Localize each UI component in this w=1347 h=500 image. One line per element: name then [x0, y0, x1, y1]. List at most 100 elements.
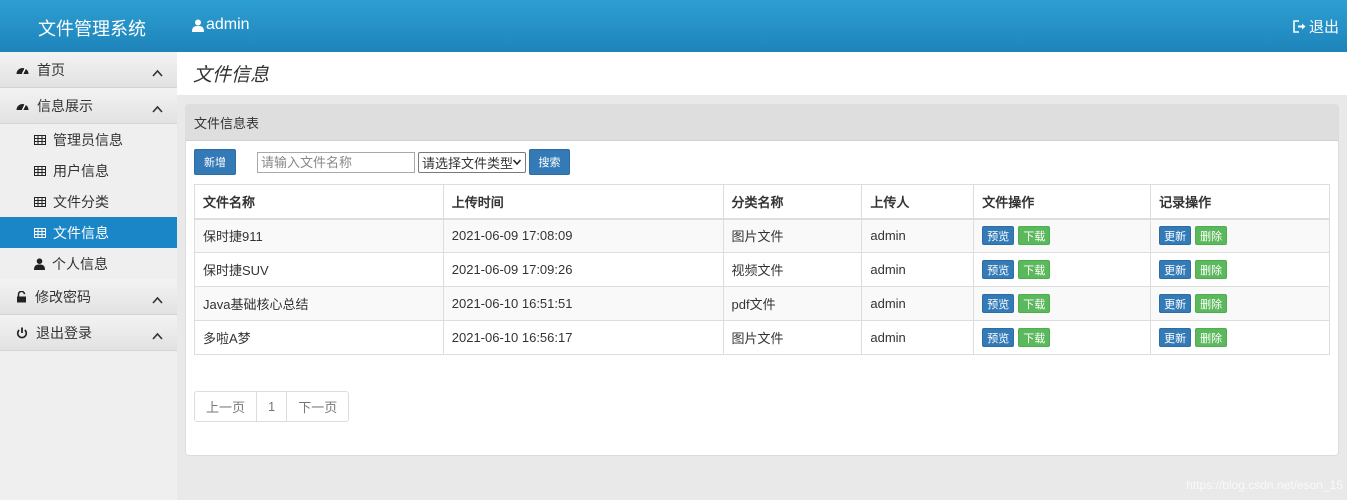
category: 图片文件	[722, 218, 863, 253]
sign-out-icon	[1293, 20, 1307, 33]
table-icon	[34, 134, 46, 145]
sidebar-item-label: 个人信息	[52, 255, 108, 272]
file-actions: 预览 下载	[973, 218, 1152, 253]
table-row: 保时捷SUV 2021-06-09 17:09:26 视频文件 admin 预览…	[194, 252, 1330, 287]
sidebar-item-home[interactable]: 首页	[0, 52, 177, 88]
chevron-down-icon	[512, 156, 522, 171]
table-icon	[34, 196, 46, 207]
sidebar-item-file-info[interactable]: 文件信息	[0, 217, 177, 248]
record-actions: 更新 删除	[1150, 218, 1330, 253]
sidebar-item-admin-info[interactable]: 管理员信息	[0, 124, 177, 155]
file-name: Java基础核心总结	[194, 286, 444, 321]
dashboard-icon	[16, 64, 29, 75]
preview-button[interactable]: 预览	[982, 226, 1015, 246]
search-button[interactable]: 搜索	[529, 149, 570, 175]
delete-button[interactable]: 删除	[1195, 260, 1228, 279]
user-icon	[192, 19, 204, 32]
search-input[interactable]	[257, 151, 415, 173]
sidebar-item-label: 修改密码	[35, 288, 91, 305]
top-header: 文件管理系统 admin 退出	[0, 0, 1347, 52]
download-button[interactable]: 下载	[1018, 294, 1051, 313]
unlock-icon	[16, 290, 27, 303]
file-actions: 预览 下载	[973, 252, 1152, 287]
table-row: 多啦A梦 2021-06-10 16:56:17 图片文件 admin 预览 下载…	[194, 320, 1330, 355]
sidebar-item-label: 管理员信息	[53, 131, 123, 148]
chevron-up-icon	[152, 291, 163, 307]
update-button[interactable]: 更新	[1159, 260, 1192, 279]
table-icon	[34, 227, 46, 238]
update-button[interactable]: 更新	[1159, 294, 1192, 313]
column-header-upload-time: 上传时间	[442, 184, 724, 220]
uploader: admin	[861, 252, 975, 287]
preview-button[interactable]: 预览	[982, 294, 1015, 313]
current-user[interactable]: admin	[192, 16, 250, 34]
table-row: 保时捷911 2021-06-09 17:08:09 图片文件 admin 预览…	[194, 218, 1330, 253]
sidebar-item-user-info[interactable]: 用户信息	[0, 155, 177, 186]
panel-title: 文件信息表	[186, 105, 1338, 141]
upload-time: 2021-06-10 16:56:17	[442, 320, 724, 355]
update-button[interactable]: 更新	[1159, 328, 1192, 347]
preview-button[interactable]: 预览	[982, 260, 1015, 279]
file-name: 多啦A梦	[194, 320, 444, 355]
logout-label: 退出	[1308, 19, 1339, 36]
file-panel: 文件信息表 新增 请选择文件类型 搜索 文件名称 上传时间 分类名称	[185, 104, 1339, 456]
preview-button[interactable]: 预览	[982, 328, 1015, 347]
download-button[interactable]: 下载	[1018, 226, 1051, 246]
file-actions: 预览 下载	[973, 320, 1152, 355]
file-name: 保时捷SUV	[194, 252, 444, 287]
uploader: admin	[861, 320, 975, 355]
delete-button[interactable]: 删除	[1195, 226, 1228, 246]
column-header-name: 文件名称	[194, 184, 444, 220]
power-icon	[16, 327, 28, 339]
sidebar-item-file-category[interactable]: 文件分类	[0, 186, 177, 217]
user-icon	[34, 257, 45, 270]
delete-button[interactable]: 删除	[1195, 328, 1228, 347]
upload-time: 2021-06-09 17:09:26	[442, 252, 724, 287]
sidebar-item-label: 首页	[37, 61, 65, 78]
prev-page-button[interactable]: 上一页	[195, 392, 256, 421]
uploader: admin	[861, 218, 975, 253]
file-name: 保时捷911	[194, 218, 444, 253]
uploader: admin	[861, 286, 975, 321]
sidebar-item-logout[interactable]: 退出登录	[0, 315, 177, 351]
main-content: 文件信息 文件信息表 新增 请选择文件类型 搜索 文件名称 上传时间	[177, 52, 1347, 500]
dashboard-icon	[16, 100, 29, 111]
upload-time: 2021-06-09 17:08:09	[442, 218, 724, 253]
sidebar-group-info[interactable]: 信息展示	[0, 88, 177, 124]
sidebar-item-label: 退出登录	[36, 324, 92, 341]
file-type-select-value: 请选择文件类型	[422, 155, 514, 171]
chevron-up-icon	[152, 327, 163, 343]
sidebar-item-change-password[interactable]: 修改密码	[0, 279, 177, 315]
table-header-row: 文件名称 上传时间 分类名称 上传人 文件操作 记录操作	[194, 184, 1330, 220]
chevron-up-icon	[152, 100, 163, 116]
category: pdf文件	[722, 286, 863, 321]
next-page-button[interactable]: 下一页	[286, 392, 348, 421]
column-header-record-actions: 记录操作	[1150, 184, 1330, 220]
table-icon	[34, 165, 46, 176]
header-logout-button[interactable]: 退出	[1293, 16, 1339, 37]
user-name: admin	[206, 16, 250, 33]
page-title: 文件信息	[193, 65, 270, 86]
column-header-category: 分类名称	[722, 184, 863, 220]
page-header: 文件信息	[177, 52, 1347, 95]
pagination: 上一页 1 下一页	[194, 391, 350, 422]
update-button[interactable]: 更新	[1159, 226, 1192, 246]
record-actions: 更新 删除	[1150, 252, 1330, 287]
table-row: Java基础核心总结 2021-06-10 16:51:51 pdf文件 adm…	[194, 286, 1330, 321]
file-type-select[interactable]: 请选择文件类型	[418, 151, 526, 173]
sidebar-group-label: 信息展示	[37, 97, 93, 114]
app-brand: 文件管理系统	[38, 19, 146, 39]
chevron-up-icon	[152, 64, 163, 80]
download-button[interactable]: 下载	[1018, 328, 1051, 347]
download-button[interactable]: 下载	[1018, 260, 1051, 279]
page-number-button[interactable]: 1	[256, 392, 286, 421]
record-actions: 更新 删除	[1150, 286, 1330, 321]
record-actions: 更新 删除	[1150, 320, 1330, 355]
file-table: 文件名称 上传时间 分类名称 上传人 文件操作 记录操作 保时捷911 2021…	[194, 184, 1330, 355]
watermark: https://blog.csdn.net/eson_15	[1186, 478, 1343, 492]
category: 图片文件	[722, 320, 863, 355]
add-button[interactable]: 新增	[194, 149, 236, 175]
sidebar: 首页 信息展示 管理员信息 用户信息 文件分类 文件信息 个人信息 修改密码 退…	[0, 52, 177, 500]
delete-button[interactable]: 删除	[1195, 294, 1228, 313]
sidebar-item-personal-info[interactable]: 个人信息	[0, 248, 177, 279]
